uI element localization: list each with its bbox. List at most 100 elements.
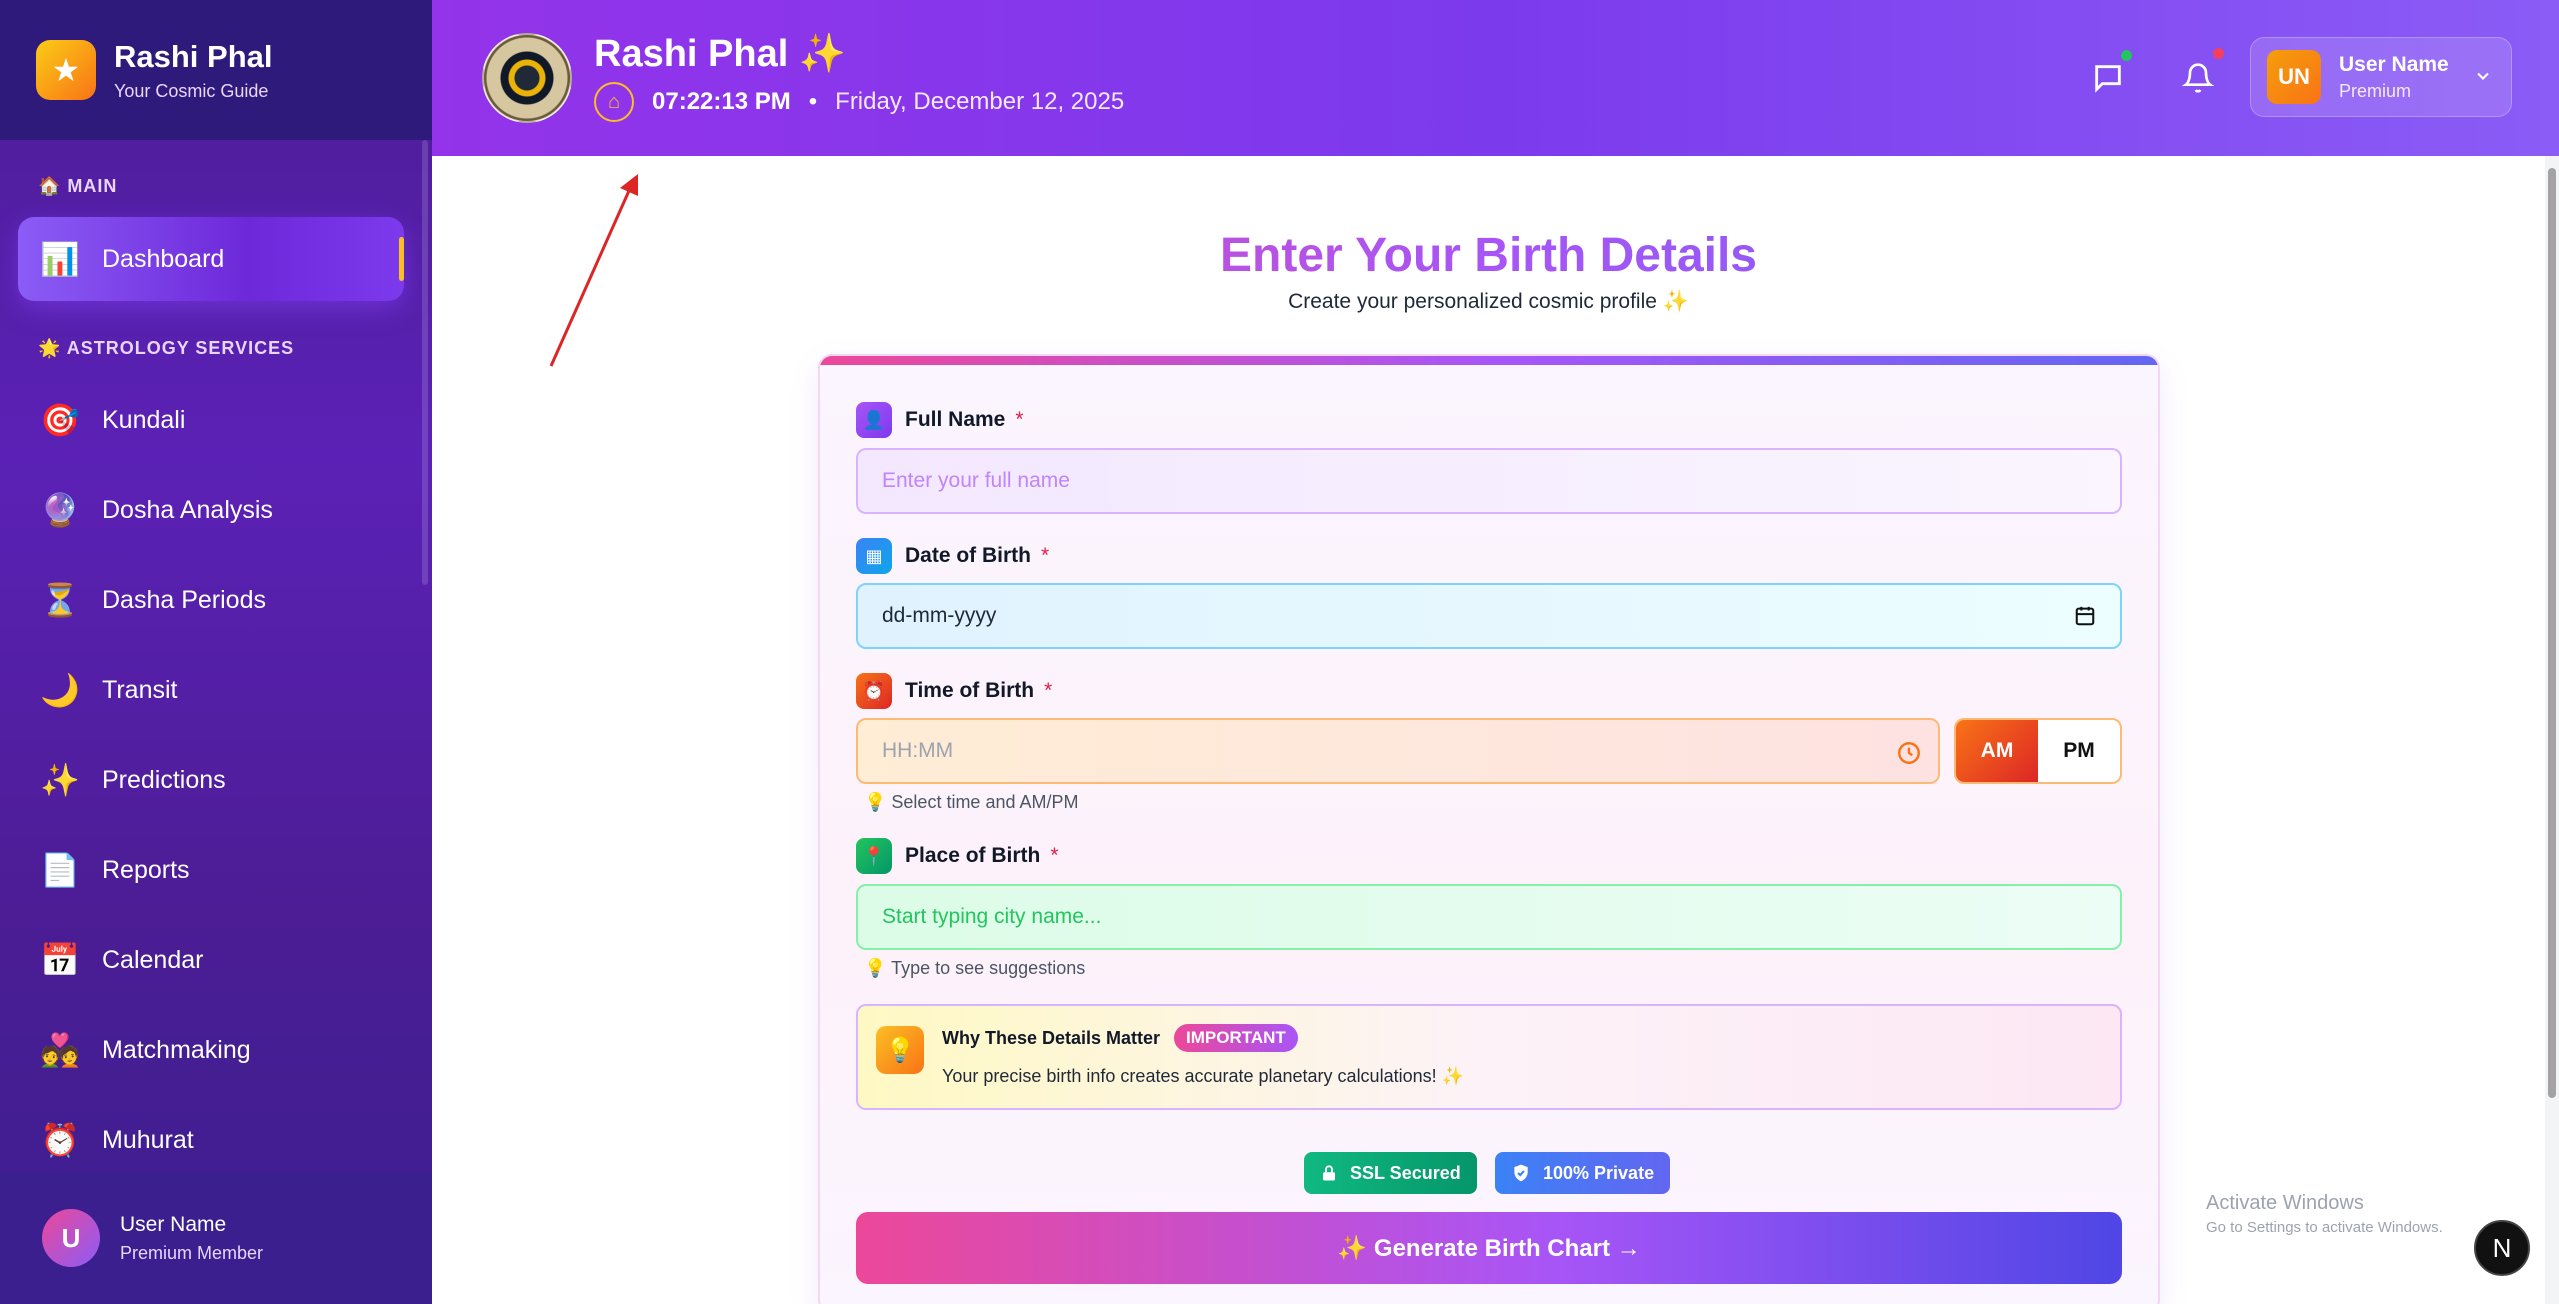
bar-chart-icon: 📊 (40, 241, 80, 277)
calendar-icon: 📅 (40, 942, 80, 978)
page-scrollbar[interactable] (2545, 156, 2559, 1304)
sidebar-item-dashboard[interactable]: 📊 Dashboard (18, 217, 404, 301)
floating-n-button[interactable]: N (2474, 1220, 2530, 1276)
target-icon: 🎯 (40, 402, 80, 438)
form-heading: Enter Your Birth Details (432, 228, 2545, 283)
sidebar-item-label: Kundali (102, 405, 186, 434)
top-header: Rashi Phal ✨ ⌂ 07:22:13 PM • Friday, Dec… (432, 0, 2559, 156)
crystal-ball-icon: 🔮 (40, 492, 80, 528)
sidebar-item-calendar[interactable]: 📅 Calendar (18, 918, 404, 1002)
sidebar-item-dosha-analysis[interactable]: 🔮 Dosha Analysis (18, 468, 404, 552)
notifications-button[interactable] (2176, 48, 2224, 100)
brand[interactable]: ★ Rashi Phal Your Cosmic Guide (0, 0, 432, 140)
sidebar-user-name: User Name (120, 1212, 227, 1236)
sidebar-item-label: Dashboard (102, 244, 225, 273)
sparkles-icon: ✨ (40, 762, 80, 798)
date-picker-icon[interactable] (2074, 605, 2096, 627)
moon-icon: 🌙 (40, 672, 80, 708)
sidebar-item-kundali[interactable]: 🎯 Kundali (18, 378, 404, 462)
sidebar-item-transit[interactable]: 🌙 Transit (18, 648, 404, 732)
sidebar: ★ Rashi Phal Your Cosmic Guide 🏠 MAIN 📊 … (0, 0, 432, 1304)
current-time: 07:22:13 PM (652, 88, 791, 115)
sidebar-item-label: Dasha Periods (102, 585, 266, 614)
am-pm-toggle: AM PM (1954, 718, 2122, 784)
sidebar-user-role: Premium Member (120, 1242, 264, 1263)
hourglass-icon: ⏳ (40, 582, 80, 618)
full-name-input[interactable]: Enter your full name (856, 448, 2122, 514)
sidebar-item-label: Matchmaking (102, 1035, 251, 1064)
sidebar-item-label: Calendar (102, 945, 204, 974)
separator-dot: • (808, 88, 818, 115)
tob-label: ⏰ Time of Birth * (856, 673, 1052, 709)
pob-hint: 💡 Type to see suggestions (864, 958, 1086, 978)
notification-badge-dot (2213, 48, 2224, 59)
chat-icon (2095, 65, 2121, 93)
tob-placeholder: HH:MM (882, 739, 954, 762)
sidebar-item-label: Transit (102, 675, 178, 704)
section-label-astrology-services: 🌟 ASTROLOGY SERVICES (38, 338, 295, 358)
user-name: User Name (2339, 52, 2449, 76)
dob-input[interactable]: dd-mm-yyyy (856, 583, 2122, 649)
sidebar-item-label: Muhurat (102, 1125, 194, 1154)
user-menu[interactable]: UN User Name Premium (2250, 37, 2512, 117)
chat-badge-dot (2121, 50, 2132, 61)
important-badge: IMPORTANT (1174, 1024, 1298, 1052)
sidebar-item-reports[interactable]: 📄 Reports (18, 828, 404, 912)
info-text: Your precise birth info creates accurate… (942, 1066, 1465, 1086)
info-title: Why These Details Matter (942, 1028, 1161, 1048)
card-accent-bar (820, 356, 2158, 365)
tob-hint: 💡 Select time and AM/PM (864, 792, 1079, 812)
dob-placeholder: dd-mm-yyyy (882, 604, 997, 627)
scrollbar-thumb[interactable] (2548, 168, 2556, 1098)
clock-icon[interactable] (1896, 740, 1922, 766)
zodiac-wheel-icon (482, 33, 572, 123)
dob-label: ▦ Date of Birth * (856, 538, 1049, 574)
map-pin-icon: 📍 (856, 838, 892, 874)
bell-icon (2182, 63, 2214, 93)
alarm-clock-icon: ⏰ (40, 1122, 80, 1158)
privacy-badge: 100% Private (1495, 1152, 1671, 1194)
document-icon: 📄 (40, 852, 80, 888)
sidebar-item-dasha-periods[interactable]: ⏳ Dasha Periods (18, 558, 404, 642)
am-option[interactable]: AM (1956, 720, 2038, 782)
pm-option[interactable]: PM (2038, 720, 2120, 782)
windows-activation-subtitle: Go to Settings to activate Windows. (2206, 1219, 2443, 1236)
info-box: 💡 Why These Details Matter IMPORTANT You… (856, 1004, 2122, 1110)
star-logo-icon: ★ (36, 40, 96, 100)
clock-icon: ⌂ (594, 82, 634, 122)
pob-label: 📍 Place of Birth * (856, 838, 1059, 874)
sidebar-user-profile[interactable]: U User Name Premium Member (0, 1172, 432, 1304)
lightbulb-icon: 💡 (876, 1026, 924, 1074)
avatar: U (42, 1209, 100, 1267)
pob-input[interactable]: Start typing city name... (856, 884, 2122, 950)
sidebar-item-label: Dosha Analysis (102, 495, 273, 524)
generate-birth-chart-button[interactable]: ✨ Generate Birth Chart → (856, 1212, 2122, 1284)
sidebar-item-muhurat[interactable]: ⏰ Muhurat (18, 1098, 404, 1182)
brand-title: Rashi Phal (114, 38, 273, 74)
brand-subtitle: Your Cosmic Guide (114, 80, 269, 101)
chevron-down-icon (2477, 72, 2489, 80)
alarm-clock-icon: ⏰ (856, 673, 892, 709)
ssl-badge: SSL Secured (1304, 1152, 1477, 1194)
lock-icon (1323, 1165, 1335, 1181)
page-title: Rashi Phal ✨ (594, 33, 847, 75)
sidebar-item-matchmaking[interactable]: 💑 Matchmaking (18, 1008, 404, 1092)
birth-details-form: 👤 Full Name * Enter your full name ▦ Dat… (818, 354, 2160, 1304)
sidebar-scrollbar[interactable] (422, 140, 428, 585)
chat-button[interactable] (2086, 50, 2132, 100)
clock-row: ⌂ 07:22:13 PM • Friday, December 12, 202… (594, 82, 1124, 122)
sidebar-item-label: Reports (102, 855, 190, 884)
current-date: Friday, December 12, 2025 (835, 88, 1125, 115)
section-label-main: 🏠 MAIN (38, 176, 118, 196)
calendar-icon: ▦ (856, 538, 892, 574)
person-icon: 👤 (856, 402, 892, 438)
couple-icon: 💑 (40, 1032, 80, 1068)
avatar: UN (2267, 50, 2321, 104)
sidebar-item-label: Predictions (102, 765, 226, 794)
user-plan: Premium (2339, 80, 2412, 101)
full-name-label: 👤 Full Name * (856, 402, 1024, 438)
tob-input[interactable]: HH:MM (856, 718, 1940, 784)
windows-activation-title: Activate Windows (2206, 1192, 2364, 1214)
sidebar-item-predictions[interactable]: ✨ Predictions (18, 738, 404, 822)
shield-check-icon (1514, 1164, 1528, 1182)
